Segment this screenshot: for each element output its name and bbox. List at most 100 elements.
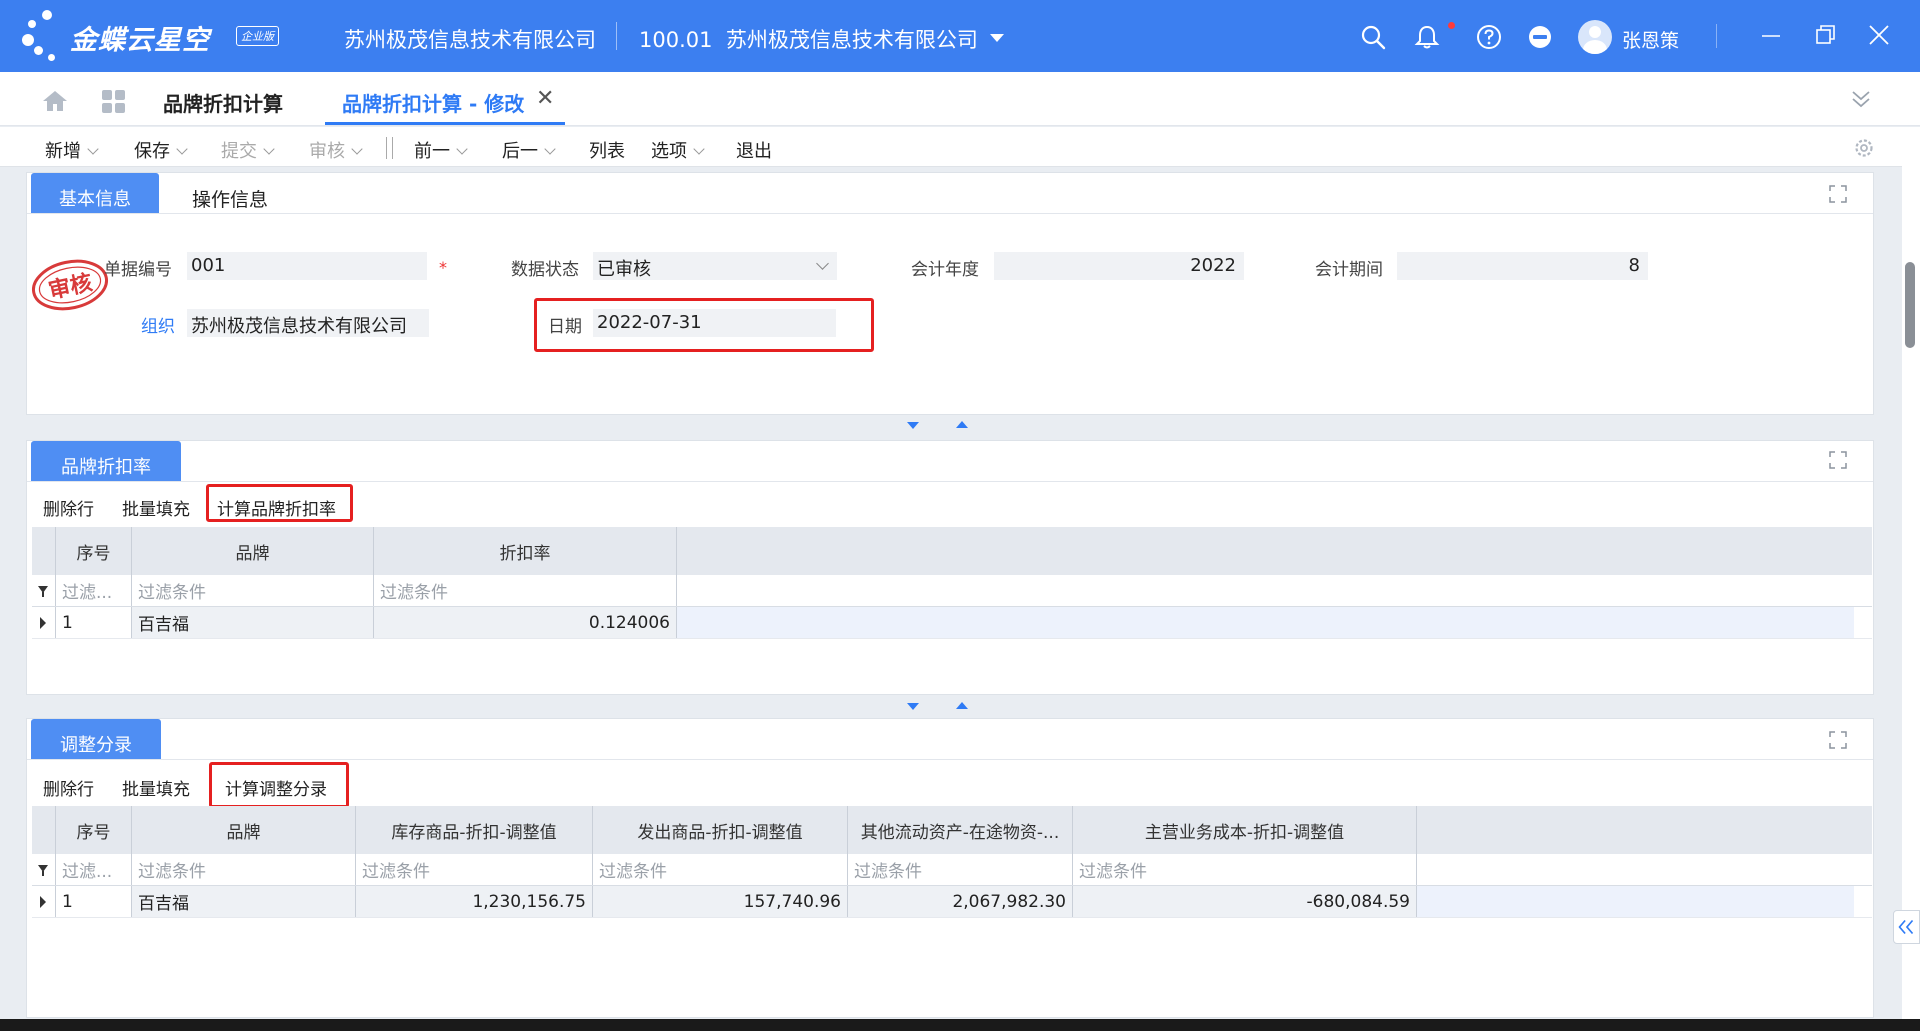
home-icon[interactable] <box>42 90 68 112</box>
tab-brand-discount-edit[interactable]: 品牌折扣计算 - 修改 <box>342 88 524 117</box>
cell-seq[interactable]: 1 <box>56 886 132 917</box>
org-dropdown-icon[interactable] <box>990 34 1004 42</box>
filter-input[interactable]: 过滤条件 <box>593 854 848 885</box>
cell-in-transit-adjust[interactable]: 2,067,982.30 <box>848 886 1073 917</box>
cell-brand[interactable]: 百吉福 <box>132 607 374 638</box>
column-header[interactable]: 其他流动资产-在途物资-... <box>848 806 1073 854</box>
expand-icon[interactable] <box>1829 731 1847 749</box>
fiscal-period-label: 会计期间 <box>1315 260 1383 280</box>
splitter-up-icon[interactable] <box>956 421 968 428</box>
org-selector[interactable]: 100.01 苏州极茂信息技术有限公司 <box>639 24 978 54</box>
tab-brand-discount-rate[interactable]: 品牌折扣率 <box>31 441 181 481</box>
double-chevron-down-icon[interactable] <box>1850 88 1872 110</box>
tab-close-icon[interactable]: ✕ <box>536 86 554 111</box>
save-button[interactable]: 保存 <box>134 137 188 163</box>
table-row[interactable]: 1 百吉福 1,230,156.75 157,740.96 2,067,982.… <box>32 886 1872 918</box>
filter-input[interactable]: 过滤条件 <box>374 575 677 606</box>
username[interactable]: 张恩策 <box>1622 26 1679 53</box>
divider <box>616 22 617 50</box>
filter-input[interactable]: 过滤条件 <box>132 854 356 885</box>
bell-icon[interactable] <box>1414 24 1440 50</box>
tab-basic-info[interactable]: 基本信息 <box>31 173 159 213</box>
column-header[interactable]: 序号 <box>56 527 132 575</box>
minimize-icon[interactable] <box>1756 20 1786 50</box>
avatar[interactable] <box>1578 20 1612 54</box>
filter-row: 过滤... 过滤条件 过滤条件 过滤条件 过滤条件 过滤条件 <box>32 854 1872 886</box>
grid-header: 序号 品牌 折扣率 <box>32 527 1872 575</box>
required-mark: * <box>439 258 447 277</box>
table-row[interactable]: 1 百吉福 0.124006 <box>32 607 1872 639</box>
splitter-down-icon[interactable] <box>907 422 919 429</box>
org-label[interactable]: 组织 <box>141 312 175 337</box>
options-button[interactable]: 选项 <box>651 137 705 163</box>
next-button[interactable]: 后一 <box>502 137 556 163</box>
filter-input[interactable]: 过滤条件 <box>356 854 593 885</box>
divider <box>27 759 1873 760</box>
help-icon[interactable] <box>1476 24 1502 50</box>
notification-dot <box>1448 22 1455 29</box>
audit-button[interactable]: 审核 <box>309 137 363 163</box>
column-header[interactable]: 品牌 <box>132 806 356 854</box>
brand-name: 金蝶云星空 <box>70 25 210 56</box>
list-button[interactable]: 列表 <box>589 137 625 163</box>
column-header[interactable]: 库存商品-折扣-调整值 <box>356 806 593 854</box>
org-field[interactable]: 苏州极茂信息技术有限公司 <box>187 309 429 337</box>
edition-badge: 企业版 <box>236 26 279 46</box>
cell-discount-rate[interactable]: 0.124006 <box>374 607 677 638</box>
delete-row-button[interactable]: 删除行 <box>43 495 94 520</box>
company-name[interactable]: 苏州极茂信息技术有限公司 <box>344 24 596 54</box>
delete-row-button[interactable]: 删除行 <box>43 775 94 800</box>
column-header[interactable]: 序号 <box>56 806 132 854</box>
batch-fill-button[interactable]: 批量填充 <box>122 495 190 520</box>
divider <box>386 137 387 159</box>
tab-adjustment-entry[interactable]: 调整分录 <box>31 719 161 759</box>
filter-input[interactable]: 过滤条件 <box>1073 854 1417 885</box>
splitter-up-icon[interactable] <box>956 702 968 709</box>
cell-seq[interactable]: 1 <box>56 607 132 638</box>
stamp-text: 审核 <box>46 270 94 305</box>
filter-input[interactable]: 过滤... <box>56 575 132 606</box>
submit-button[interactable]: 提交 <box>221 137 275 163</box>
status-label: 数据状态 <box>511 260 579 280</box>
expand-icon[interactable] <box>1829 451 1847 469</box>
fiscal-year-field[interactable]: 2022 <box>994 252 1244 280</box>
settings-gear-icon[interactable] <box>1853 137 1875 159</box>
new-button[interactable]: 新增 <box>45 137 99 163</box>
cell-brand[interactable]: 百吉福 <box>132 886 356 917</box>
filter-row: 过滤... 过滤条件 过滤条件 <box>32 575 1872 607</box>
tab-operation-info[interactable]: 操作信息 <box>192 185 268 212</box>
column-header[interactable]: 主营业务成本-折扣-调整值 <box>1073 806 1417 854</box>
close-icon[interactable] <box>1864 20 1894 50</box>
column-header[interactable]: 折扣率 <box>374 527 677 575</box>
divider <box>27 213 1873 214</box>
divider <box>392 137 393 159</box>
search-icon[interactable] <box>1360 24 1386 50</box>
filter-input[interactable]: 过滤... <box>56 854 132 885</box>
tab-brand-discount[interactable]: 品牌折扣计算 <box>163 88 283 117</box>
column-header[interactable]: 发出商品-折扣-调整值 <box>593 806 848 854</box>
minus-circle-icon[interactable] <box>1527 24 1553 50</box>
expand-icon[interactable] <box>1829 185 1847 203</box>
cell-cost-adjust[interactable]: -680,084.59 <box>1073 886 1417 917</box>
toolbar: 新增 保存 提交 审核 前一 后一 列表 选项 退出 <box>0 127 1920 167</box>
app-grid-icon[interactable] <box>102 90 126 114</box>
prev-button[interactable]: 前一 <box>414 137 468 163</box>
double-chevron-left-icon[interactable] <box>1893 910 1920 944</box>
filter-input[interactable]: 过滤条件 <box>848 854 1073 885</box>
splitter-down-icon[interactable] <box>907 703 919 710</box>
taskbar-strip <box>0 1019 1920 1031</box>
status-select[interactable]: 已审核 <box>593 252 837 280</box>
filter-input[interactable]: 过滤条件 <box>132 575 374 606</box>
highlight-box <box>534 298 874 352</box>
cell-inventory-adjust[interactable]: 1,230,156.75 <box>356 886 593 917</box>
basic-info-panel: 基本信息 操作信息 <box>26 172 1874 415</box>
page-scrollbar[interactable] <box>1905 262 1915 348</box>
fiscal-period-field[interactable]: 8 <box>1397 252 1648 280</box>
cell-shipped-adjust[interactable]: 157,740.96 <box>593 886 848 917</box>
restore-icon[interactable] <box>1810 20 1840 50</box>
batch-fill-button[interactable]: 批量填充 <box>122 775 190 800</box>
exit-button[interactable]: 退出 <box>736 137 772 163</box>
brand-discount-grid: 序号 品牌 折扣率 过滤... 过滤条件 过滤条件 1 百吉福 0.124006 <box>32 527 1872 697</box>
bill-no-field[interactable]: 001 <box>187 252 427 280</box>
column-header[interactable]: 品牌 <box>132 527 374 575</box>
